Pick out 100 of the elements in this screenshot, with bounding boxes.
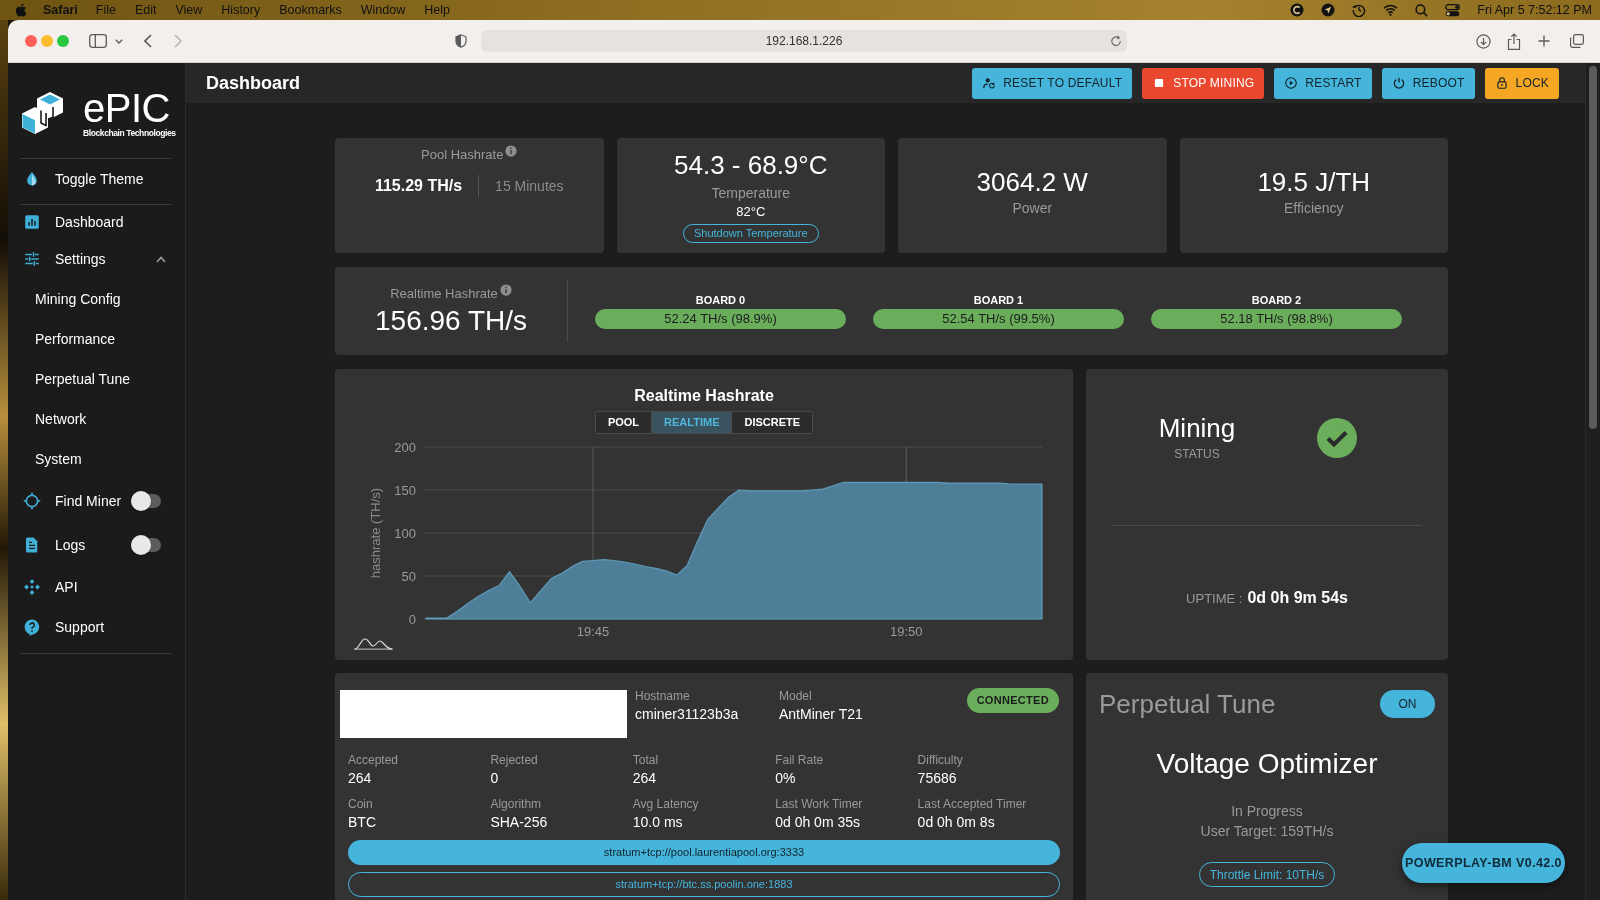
search-icon[interactable] [1415, 3, 1429, 17]
scrollbar-thumb[interactable] [1589, 66, 1597, 429]
toggles-icon[interactable] [1445, 3, 1461, 17]
info-icon[interactable] [505, 145, 518, 157]
y-tick-label: 100 [394, 525, 416, 541]
board-label: BOARD 1 [973, 293, 1024, 307]
field-value: 75686 [917, 769, 958, 787]
crosshair-icon [23, 492, 41, 510]
sidebar-subitem[interactable]: Mining Config [20, 279, 171, 319]
y-tick-label: 150 [394, 482, 416, 498]
sidebar-subitem[interactable]: System [20, 439, 171, 479]
sidebar-item[interactable]: Dashboard [20, 205, 171, 239]
x-tick-label: 19:45 [576, 624, 610, 639]
share-icon[interactable] [1507, 32, 1521, 50]
sidebar-subitem[interactable]: Network [20, 399, 171, 439]
header-button[interactable]: STOP MINING [1142, 67, 1265, 99]
sidebar-item[interactable]: Logs [20, 523, 171, 567]
chart-mode-tab[interactable]: POOL [595, 412, 652, 433]
sidebar-item[interactable]: API [20, 567, 171, 607]
page-title: Dashboard [206, 71, 301, 95]
chart-mode-tab[interactable]: DISCRETE [731, 412, 813, 433]
sidebar-item[interactable]: Toggle Theme [20, 159, 171, 199]
field-label: Rejected [490, 752, 539, 768]
plus-icon[interactable] [1538, 35, 1550, 47]
on-toggle[interactable]: ON [1380, 690, 1435, 718]
apple-icon[interactable] [15, 3, 27, 17]
field-value: 264 [632, 769, 658, 787]
sidebar-item[interactable]: Settings [20, 239, 171, 279]
back-icon[interactable] [144, 34, 152, 48]
header-button[interactable]: LOCK [1484, 67, 1559, 99]
board-label: BOARD 0 [695, 293, 746, 307]
status-label: STATUS [1174, 446, 1220, 462]
sliders-icon [23, 250, 41, 268]
person-refresh-icon [982, 76, 997, 90]
y-axis-label: hashrate (TH/s) [368, 487, 383, 579]
stat-label: Pool Hashrate [421, 146, 504, 165]
close-button[interactable] [25, 35, 37, 47]
clock-history-icon[interactable] [1352, 3, 1367, 17]
question-bubble-icon [23, 618, 41, 636]
sidebar-subitem[interactable]: Perpetual Tune [20, 359, 171, 399]
field-value: SHA-256 [490, 813, 549, 831]
sidebar-item[interactable]: Find Miner [20, 479, 171, 523]
field-value: BTC [348, 813, 377, 831]
chevron-down-icon[interactable] [115, 38, 123, 44]
uptime-label: UPTIME : [1186, 590, 1243, 608]
menu-item[interactable]: Help [424, 0, 450, 20]
field-label: Avg Latency [632, 796, 700, 812]
header-button[interactable]: REBOOT [1381, 67, 1475, 99]
field-label: Model [779, 688, 813, 704]
menu-bar-clock[interactable]: Fri Apr 5 7:52:12 PM [1477, 0, 1592, 20]
toggle-switch[interactable] [131, 535, 161, 555]
stat-value: 54.3 - 68.9°C [674, 150, 828, 180]
y-tick-label: 200 [394, 440, 416, 455]
lock-icon [1494, 76, 1509, 90]
toggle-switch[interactable] [131, 491, 161, 511]
header-button[interactable]: RESTART [1274, 67, 1372, 99]
address-field[interactable]: 192.168.1.226 [481, 30, 1127, 52]
pool-url-button[interactable]: stratum+tcp://pool.laurentiapool.org:3333 [348, 840, 1060, 865]
field-label: Algorithm [490, 796, 543, 812]
stat-label: Realtime Hashrate [390, 285, 498, 304]
board-hashrate-bar: 52.54 TH/s (99.5%) [873, 309, 1124, 329]
area-curve-icon[interactable] [353, 637, 394, 650]
version-button[interactable]: POWERPLAY-BM V0.42.0 [1402, 843, 1565, 883]
chevron-up-icon[interactable] [156, 255, 166, 263]
sidebar-icon[interactable] [89, 34, 107, 48]
sidebar-subitem[interactable]: Performance [20, 319, 171, 359]
reload-icon[interactable] [1110, 35, 1122, 47]
four-diamonds-icon [23, 578, 41, 596]
stat-value: 3064.2 W [976, 167, 1088, 197]
field-label: Last Accepted Timer [917, 796, 1028, 812]
y-tick-label: 0 [408, 611, 416, 627]
chart-mode-tab[interactable]: REALTIME [651, 412, 732, 433]
field-value: 10.0 ms [632, 813, 684, 831]
stat-value: 156.96 TH/s [375, 305, 527, 337]
tune-status: In Progress [1230, 802, 1304, 821]
status-value: Mining [1158, 413, 1236, 443]
wifi-icon[interactable] [1383, 4, 1399, 16]
uptime-value: 0d 0h 9m 54s [1247, 588, 1348, 608]
field-value: cminer31123b3a [635, 705, 740, 723]
algorithm-name: Voltage Optimizer [1155, 748, 1379, 780]
stat-value: 115.29 TH/s [374, 176, 463, 196]
sidebar-item[interactable]: Support [20, 607, 171, 647]
shutdown-value: 82°C [736, 204, 766, 220]
header-button[interactable]: RESET TO DEFAULT [972, 67, 1133, 99]
stat-period: 15 Minutes [495, 176, 564, 196]
field-label: Difficulty [917, 752, 964, 768]
board-label: BOARD 2 [1251, 293, 1302, 307]
board-hashrate-bar: 52.18 TH/s (98.8%) [1151, 309, 1402, 329]
stat-label: Temperature [711, 184, 791, 202]
tabs-icon[interactable] [1570, 34, 1584, 48]
card-title: Perpetual Tune [1099, 690, 1276, 718]
shield-icon[interactable] [455, 34, 467, 48]
chart-title: Realtime Hashrate [634, 386, 774, 406]
field-label: Coin [348, 796, 374, 812]
circle-c-icon[interactable] [1290, 3, 1305, 17]
info-icon[interactable] [499, 284, 512, 296]
stat-label: Efficiency [1283, 199, 1344, 217]
field-label: Accepted [348, 752, 400, 768]
download-icon[interactable] [1476, 33, 1491, 49]
check-circle-icon [1317, 418, 1357, 458]
